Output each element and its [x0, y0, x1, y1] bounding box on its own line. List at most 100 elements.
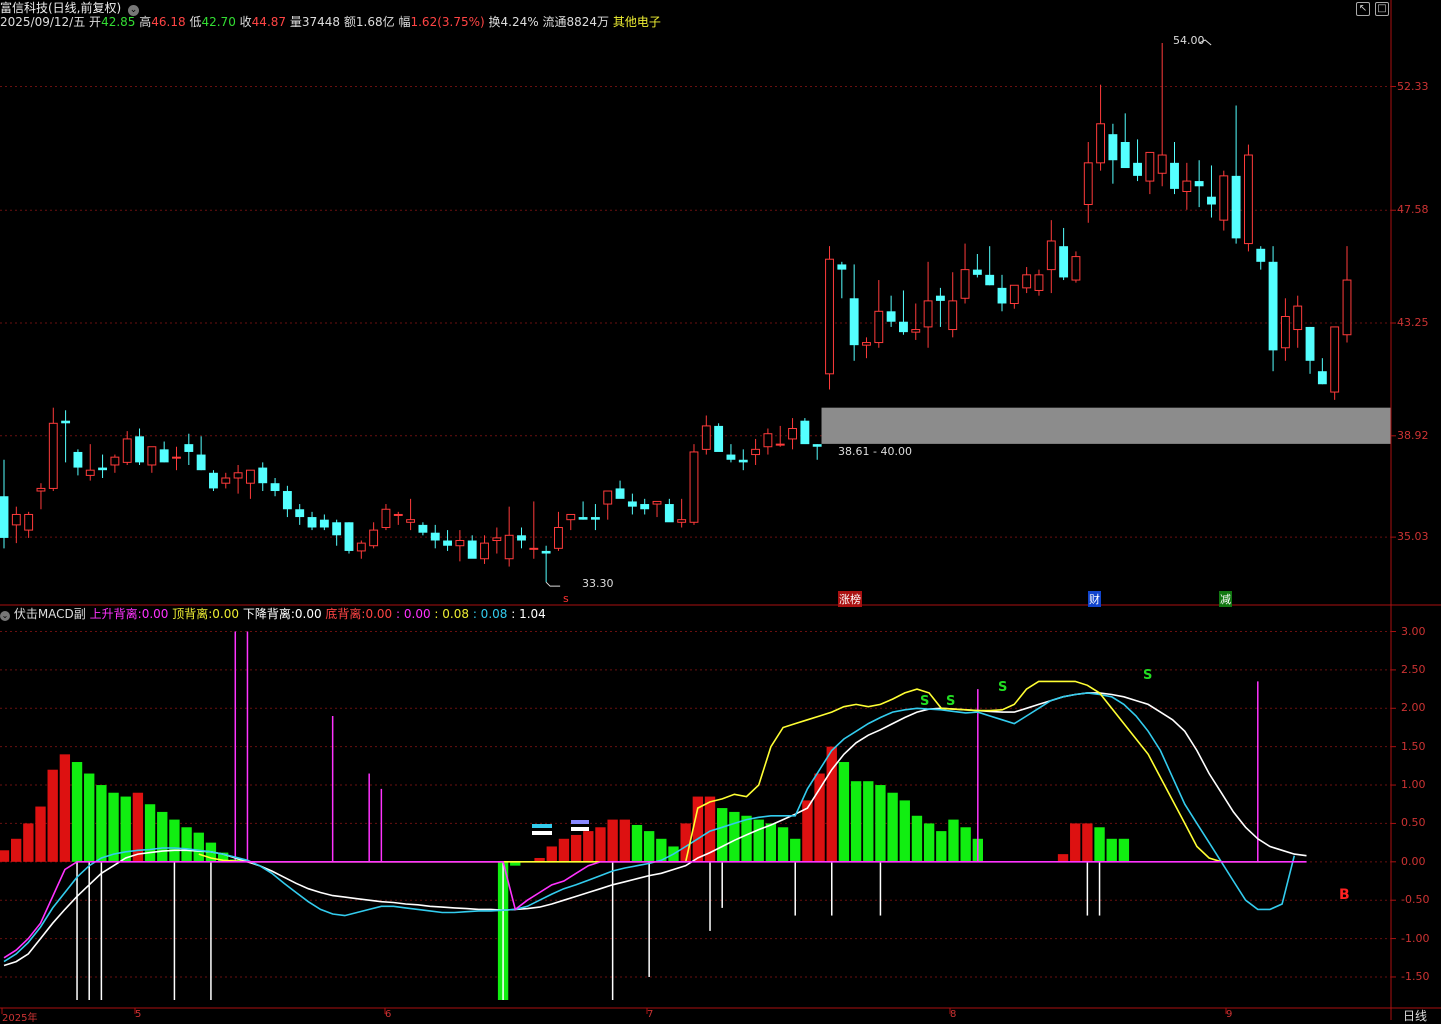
macd-bar: [570, 834, 582, 862]
down-div-value: 0.00: [294, 607, 322, 621]
macd-bar: [619, 819, 630, 862]
candle-body: [1219, 175, 1229, 221]
indicator-name[interactable]: 伏击MACD副: [14, 607, 86, 621]
candle-body: [1108, 134, 1118, 161]
period-label[interactable]: 日线: [1403, 1007, 1427, 1024]
x-label-5: 9: [1226, 1009, 1233, 1020]
candle-body: [837, 264, 847, 270]
macd-bar: [753, 819, 764, 862]
candle-body: [738, 459, 748, 463]
candle-body: [48, 422, 58, 489]
macd-bar: [911, 815, 923, 862]
amount-value: 1.68亿: [355, 15, 395, 29]
float-value: 8824万: [566, 15, 610, 29]
candle-body: [295, 509, 305, 518]
candle-body: [566, 513, 576, 521]
stock-title[interactable]: 富信科技(日线,前复权): [0, 1, 121, 15]
candle-body: [714, 425, 724, 452]
macd-bar: [1094, 827, 1105, 862]
candle-body: [504, 534, 514, 560]
restore-icon[interactable]: ↖: [1356, 2, 1370, 16]
top-div-value: 0.00: [212, 607, 239, 621]
float-label: 流通: [542, 15, 567, 29]
maximize-icon[interactable]: □: [1375, 2, 1389, 16]
candle-body: [258, 467, 268, 484]
candle-body: [652, 500, 662, 505]
indicator-v2: : 0.08: [434, 607, 469, 621]
price-tick-label: 35.03: [1397, 530, 1429, 544]
tag-cai[interactable]: 财: [1088, 591, 1101, 607]
candle-body: [590, 517, 600, 520]
macd-bar: [583, 831, 594, 862]
macd-panel: [0, 631, 1307, 1000]
candle-body: [1157, 154, 1167, 174]
candle-body: [775, 443, 785, 446]
candle-body: [664, 504, 674, 523]
candle-body: [135, 436, 144, 463]
candle-body: [467, 540, 477, 559]
up-div-value: 0.00: [141, 607, 169, 621]
candle-body: [578, 517, 588, 520]
candle-body: [344, 522, 354, 551]
candle-body: [911, 329, 921, 333]
candle-body: [862, 342, 871, 346]
tag-s[interactable]: s: [563, 592, 569, 605]
macd-bar: [1082, 823, 1093, 862]
candle-body: [948, 300, 958, 331]
candle-body: [369, 529, 379, 547]
candle-body: [541, 550, 551, 554]
x-label-0: 2025年: [2, 1013, 38, 1024]
macd-bar: [631, 824, 643, 862]
candle-body: [233, 472, 243, 479]
tag-jian[interactable]: 减: [1219, 591, 1232, 607]
candle-body: [492, 537, 502, 542]
band-range-label: 38.61 - 40.00: [838, 445, 912, 458]
candle-body: [147, 446, 157, 466]
macd-bar: [71, 762, 83, 862]
turnover-value: 4.24%: [500, 15, 539, 29]
close-value: 44.87: [251, 15, 287, 29]
macd-bar: [899, 800, 910, 862]
candle-body: [1120, 142, 1130, 169]
cross-marker-white: [532, 831, 552, 835]
candle-body: [1342, 279, 1352, 336]
sell-mark-2: S: [946, 694, 956, 709]
candle-body: [689, 451, 699, 523]
macd-bar: [850, 781, 862, 862]
sell-mark-1: S: [920, 694, 930, 709]
candle-body: [172, 456, 181, 459]
candle-body: [627, 501, 637, 507]
candle-body: [11, 513, 21, 526]
macd-bar: [863, 781, 874, 862]
x-label-3: 7: [647, 1009, 654, 1020]
indicator-dropdown-icon[interactable]: ⌄: [0, 611, 10, 621]
sector-label[interactable]: 其他电子: [613, 15, 661, 29]
open-value: 42.85: [101, 15, 136, 29]
candle-body: [788, 428, 797, 440]
candle-body: [899, 321, 908, 333]
macd-bar: [35, 806, 46, 862]
candle-body: [677, 519, 687, 523]
candle-body: [554, 526, 563, 549]
candle-body: [603, 490, 613, 505]
macd-line-magenta: [3, 861, 1307, 959]
tag-zhangting[interactable]: 涨榜: [838, 591, 862, 607]
macd-bar: [0, 850, 10, 862]
macd-bar: [1057, 854, 1069, 862]
indicator-v4: : 1.04: [511, 607, 546, 621]
candle-body: [110, 456, 120, 466]
macd-tick-label: -1.00: [1401, 931, 1430, 945]
quote-date: 2025/09/12/五: [0, 15, 86, 29]
high-value: 46.18: [151, 15, 186, 29]
vol-value: 37448: [301, 15, 341, 29]
candle-body: [640, 504, 650, 510]
macd-bar: [1118, 838, 1130, 862]
down-div-label: 下降背离:: [242, 607, 295, 621]
candle-body: [1243, 154, 1253, 245]
candle-body: [1182, 180, 1192, 192]
cross-marker-cyan: [532, 824, 552, 828]
candle-body: [701, 425, 711, 450]
macd-bar: [558, 838, 570, 862]
macd-bar: [643, 831, 655, 862]
macd-bar: [814, 773, 825, 862]
